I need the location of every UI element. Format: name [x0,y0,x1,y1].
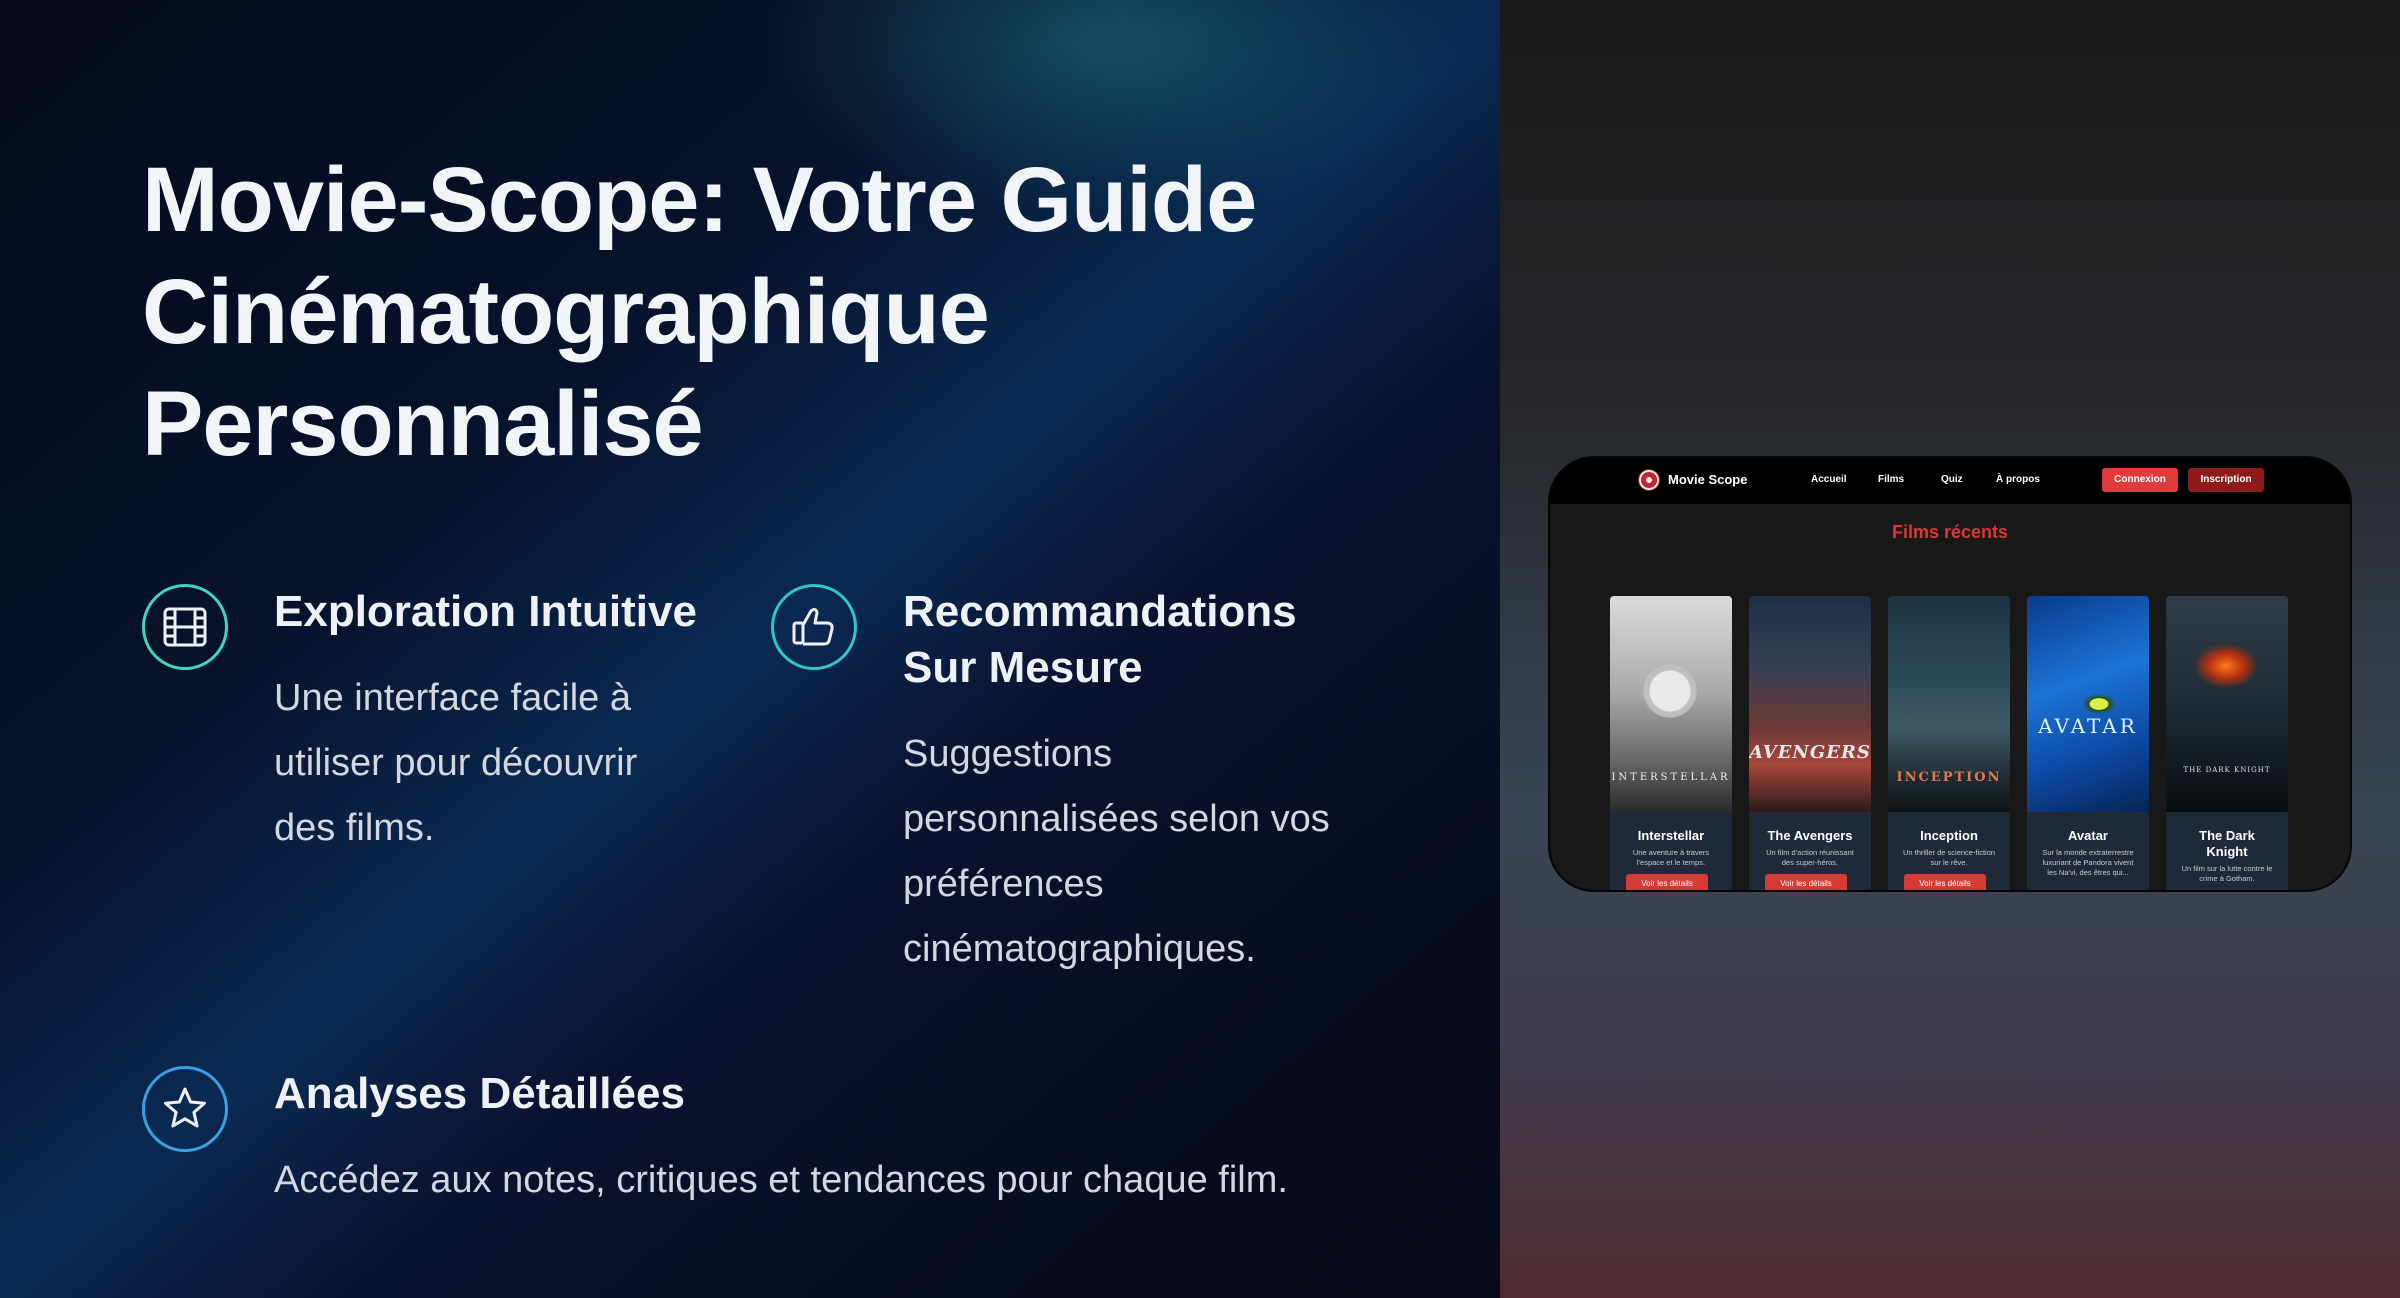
app-preview: Movie Scope Accueil Films Quiz À propos … [1550,458,2350,890]
nav-link-films[interactable]: Films [1878,474,1904,485]
feature-description: Accédez aux notes, critiques et tendance… [274,1159,1288,1201]
movie-poster: AVATAR [2027,596,2149,812]
movie-title: The Dark Knight [2199,828,2255,859]
film-icon [142,584,228,670]
movie-description: Une aventure à travers l'espace et le te… [1632,848,1710,867]
star-icon [142,1066,228,1152]
movie-poster: INCEPTION [1888,596,2010,812]
movie-card[interactable]: THE DARK KNIGHT The Dark Knight Un film … [2166,596,2288,890]
details-button[interactable]: Voir les détails [1626,874,1708,890]
page-title-line: Personnalisé [142,373,704,475]
details-button[interactable]: Voir les détails [1765,874,1847,890]
preview-navbar: Movie Scope Accueil Films Quiz À propos … [1550,458,2350,504]
movie-description: Un film sur la lutte contre le crime à G… [2181,864,2273,883]
movie-description: Sur la monde extraterrestre luxuriant de… [2042,848,2134,877]
feature-title: Recommandations Sur Mesure [903,587,1297,692]
feature-title: Exploration Intuitive [274,587,697,636]
section-heading: Films récents [1891,522,2009,542]
movie-description: Un film d'action réunissant des super-hé… [1766,848,1854,867]
movie-poster: AVENGERS [1749,596,1871,812]
movie-card[interactable]: INTERSTELLAR Interstellar Une aventure à… [1610,596,1732,890]
nav-link-accueil[interactable]: Accueil [1811,474,1847,485]
page-title-line: Cinématographique [142,261,990,363]
movie-title: Avatar [2068,828,2108,843]
movie-poster: INTERSTELLAR [1610,596,1732,812]
details-button[interactable]: Voir les détails [1904,874,1986,890]
movie-card[interactable]: AVATAR Avatar Sur la monde extraterrestr… [2027,596,2149,890]
feature-description: Une interface facile à utiliser pour déc… [274,677,638,849]
nav-link-quiz[interactable]: Quiz [1941,474,1963,485]
nav-link-a-propos[interactable]: À propos [1996,474,2040,485]
movie-title: Inception [1920,828,1978,843]
page-title-line: Movie-Scope: Votre Guide [142,149,1257,251]
feature-title: Analyses Détaillées [274,1069,685,1118]
movie-card[interactable]: INCEPTION Inception Un thriller de scien… [1888,596,2010,890]
movie-description: Un thriller de science-fiction sur le rê… [1902,848,1996,867]
preview-brand: Movie Scope [1668,472,1748,487]
logo-icon [1638,469,1660,491]
thumbs-up-icon [771,584,857,670]
signup-button[interactable]: Inscription [2188,468,2264,492]
movie-title: The Avengers [1767,828,1853,843]
movie-card[interactable]: AVENGERS The Avengers Un film d'action r… [1749,596,1871,890]
movie-poster: THE DARK KNIGHT [2166,596,2288,812]
movie-title: Interstellar [1637,828,1705,843]
feature-description: Suggestions personnalisées selon vos pré… [903,733,1330,970]
login-button[interactable]: Connexion [2102,468,2178,492]
page-title: Movie-Scope: Votre Guide Cinématographiq… [142,144,1442,480]
